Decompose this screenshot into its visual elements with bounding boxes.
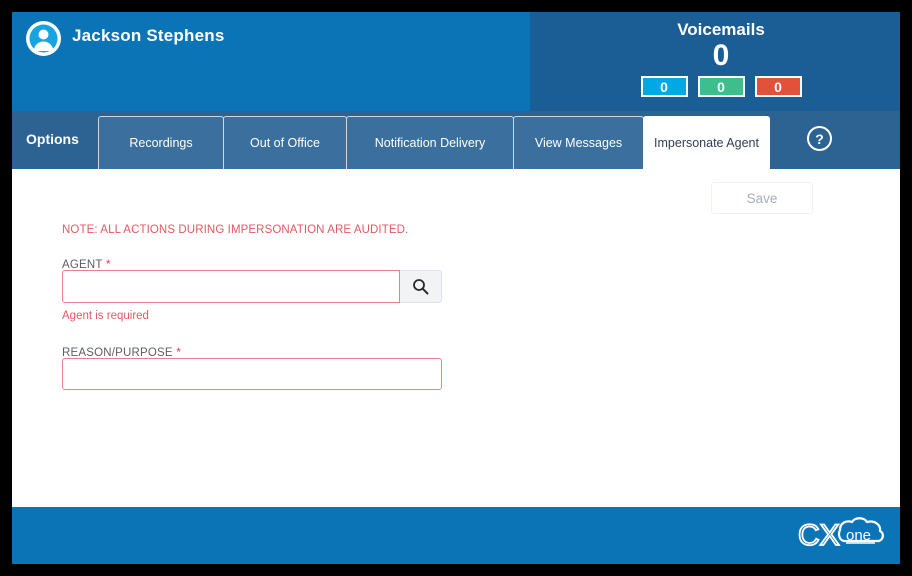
svg-text:one: one [846,527,871,544]
agent-field-row [62,270,442,303]
agent-required-marker: * [105,257,111,271]
save-button[interactable]: Save [711,182,813,214]
main-content: Save NOTE: ALL ACTIONS DURING IMPERSONAT… [12,169,900,507]
tab-list: Recordings Out of Office Notification De… [98,116,770,169]
question-mark-circle-icon[interactable]: ? [804,123,834,153]
voicemail-badge-urgent[interactable]: 0 [754,76,802,97]
app-header: Jackson Stephens Voicemails 0 0 0 0 [12,12,900,111]
voicemail-badge-saved[interactable]: 0 [697,76,745,97]
voicemail-badge-new[interactable]: 0 [640,76,688,97]
voicemails-title: Voicemails [677,20,765,39]
options-label: Options [26,131,79,147]
search-icon[interactable] [400,270,442,303]
app-footer: CX one [12,507,900,564]
voicemails-panel: Voicemails 0 0 0 0 [542,12,900,111]
agent-search-input[interactable] [62,270,400,303]
reason-field-label: REASON/PURPOSE * [62,345,181,359]
header-user-region: Jackson Stephens [12,12,530,111]
user-name-label: Jackson Stephens [72,26,225,45]
voicemails-badge-group: 0 0 0 [542,76,900,97]
cxone-logo: CX one [796,515,888,560]
tab-impersonate-agent[interactable]: Impersonate Agent [643,116,770,169]
reason-required-marker: * [176,345,182,359]
tab-notification-delivery[interactable]: Notification Delivery [346,116,514,169]
agent-field-label: AGENT * [62,257,111,271]
reason-purpose-input[interactable] [62,358,442,390]
tab-view-messages[interactable]: View Messages [513,116,644,169]
audit-note-text: NOTE: ALL ACTIONS DURING IMPERSONATION A… [62,224,409,236]
voicemails-total-count: 0 [712,39,730,72]
tab-out-of-office[interactable]: Out of Office [223,116,347,169]
user-avatar-icon [26,21,61,56]
application-window: Jackson Stephens Voicemails 0 0 0 0 Opti… [12,12,900,564]
agent-validation-error: Agent is required [62,310,149,322]
svg-text:?: ? [815,131,824,147]
tab-bar: Options Recordings Out of Office Notific… [12,111,900,169]
tab-recordings[interactable]: Recordings [98,116,224,169]
svg-text:CX: CX [798,519,840,552]
